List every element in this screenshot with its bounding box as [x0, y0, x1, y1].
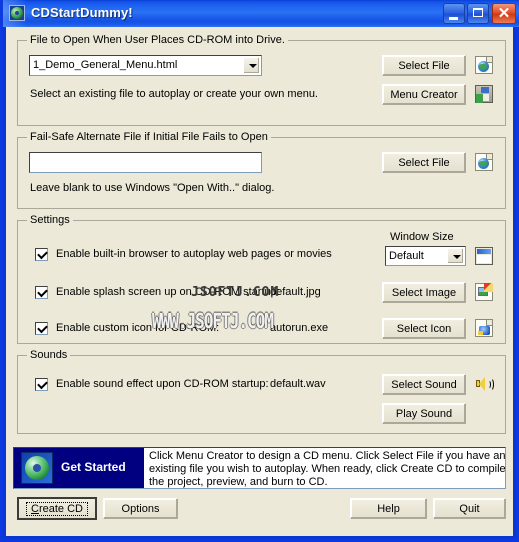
- speaker-icon-cone: [479, 377, 485, 391]
- maximize-icon: [473, 8, 483, 17]
- help-text-line: Click Menu Creator to design a CD menu. …: [149, 450, 506, 462]
- window-preview-icon[interactable]: [475, 247, 493, 265]
- failsafe-select-file-button[interactable]: Select File: [382, 152, 466, 173]
- chevron-down-icon[interactable]: [243, 57, 260, 74]
- group-file-to-open: File to Open When User Places CD-ROM int…: [17, 34, 506, 126]
- minimize-icon: [449, 17, 458, 20]
- image-edit-icon[interactable]: [475, 283, 493, 301]
- window-size-label: Window Size: [390, 231, 454, 243]
- window-size-combo[interactable]: Default: [385, 246, 466, 266]
- close-icon: ✕: [497, 5, 511, 22]
- group-sounds: Sounds Enable sound effect upon CD-ROM s…: [17, 349, 506, 434]
- checkbox-enable-sound[interactable]: [35, 378, 48, 391]
- get-started-title: Get Started: [61, 460, 126, 474]
- checkbox-enable-browser-label: Enable built-in browser to autoplay web …: [56, 248, 332, 260]
- group-settings-legend: Settings: [27, 214, 73, 226]
- window-preview-icon-body: [477, 255, 491, 263]
- close-button[interactable]: ✕: [492, 3, 516, 24]
- help-text-line: the project, preview, and burn to CD.: [149, 476, 328, 488]
- create-cd-button-label: Create CD: [26, 501, 88, 516]
- help-button[interactable]: Help: [350, 498, 427, 519]
- menu-creator-button[interactable]: Menu Creator: [382, 84, 466, 105]
- web-page-icon-land: [479, 64, 487, 69]
- group-file-to-open-frame: [17, 40, 506, 126]
- group-failsafe: Fail-Safe Alternate File if Initial File…: [17, 131, 506, 209]
- window-title: CDStartDummy!: [31, 5, 133, 20]
- failsafe-select-file-button-label: Select File: [398, 156, 450, 169]
- create-cd-suffix: reate CD: [38, 502, 83, 515]
- watermark-primary: JSOFTJ.COM: [191, 285, 280, 300]
- sound-file-value: default.wav: [270, 378, 326, 390]
- group-failsafe-frame: [17, 137, 506, 209]
- web-page-icon[interactable]: [475, 56, 493, 74]
- file-to-open-hint: Select an existing file to autoplay or c…: [30, 88, 318, 100]
- checkbox-enable-custom-icon[interactable]: [35, 322, 48, 335]
- quit-button-label: Quit: [459, 502, 480, 515]
- floppy-save-icon-accent: [476, 94, 483, 103]
- get-started-banner-left: Get Started: [14, 448, 144, 488]
- client-area: File to Open When User Places CD-ROM int…: [6, 27, 513, 536]
- cd-disc-icon: [21, 452, 53, 484]
- checkbox-enable-splash[interactable]: [35, 286, 48, 299]
- window-size-combo-value: Default: [389, 250, 424, 262]
- create-cd-accel: C: [31, 502, 39, 515]
- options-button-label: Options: [121, 502, 160, 515]
- failsafe-file-input[interactable]: [29, 152, 262, 173]
- play-sound-button[interactable]: Play Sound: [382, 403, 466, 424]
- cd-disc-icon[interactable]: [9, 5, 25, 21]
- select-file-button-label: Select File: [398, 59, 450, 72]
- help-button-label: Help: [377, 502, 400, 515]
- image-edit-icon-pen: [484, 283, 493, 292]
- select-image-button-label: Select Image: [391, 286, 457, 299]
- minimize-button[interactable]: [443, 3, 465, 24]
- speaker-icon[interactable]: [475, 375, 494, 393]
- application-window: CDStartDummy! ✕ File to Open When User P…: [0, 0, 519, 542]
- checkbox-enable-sound-label: Enable sound effect upon CD-ROM startup:: [56, 378, 269, 390]
- cd-disc-icon-hole: [33, 464, 41, 472]
- file-to-open-combo-value: 1_Demo_General_Menu.html: [33, 59, 178, 71]
- select-file-button[interactable]: Select File: [382, 55, 466, 76]
- get-started-banner: Get Started Click Menu Creator to design…: [13, 447, 506, 489]
- file-to-open-combo[interactable]: 1_Demo_General_Menu.html: [29, 55, 262, 76]
- quit-button[interactable]: Quit: [433, 498, 506, 519]
- select-sound-button-label: Select Sound: [391, 378, 457, 391]
- checkbox-enable-browser[interactable]: [35, 248, 48, 261]
- group-sounds-legend: Sounds: [27, 349, 71, 361]
- select-sound-button[interactable]: Select Sound: [382, 374, 466, 395]
- create-cd-button[interactable]: Create CD: [17, 497, 97, 520]
- help-text-line: existing file you wish to autoplay. When…: [149, 463, 506, 475]
- get-started-help-text: Click Menu Creator to design a CD menu. …: [144, 448, 506, 488]
- web-page-icon-land: [479, 161, 487, 166]
- select-image-button[interactable]: Select Image: [382, 282, 466, 303]
- floppy-save-icon[interactable]: [475, 85, 493, 103]
- floppy-save-icon-shutter: [481, 87, 489, 93]
- web-page-icon-globe: [478, 61, 489, 72]
- cd-disc-icon-hole: [15, 11, 19, 15]
- window-preview-icon-titlebar: [477, 249, 491, 254]
- options-button[interactable]: Options: [103, 498, 178, 519]
- group-failsafe-legend: Fail-Safe Alternate File if Initial File…: [27, 131, 271, 143]
- chevron-down-icon[interactable]: [447, 248, 464, 264]
- group-file-to-open-legend: File to Open When User Places CD-ROM int…: [27, 34, 288, 46]
- select-icon-button-label: Select Icon: [396, 322, 452, 335]
- failsafe-hint: Leave blank to use Windows "Open With.."…: [30, 182, 275, 194]
- select-icon-button[interactable]: Select Icon: [382, 318, 466, 339]
- play-sound-button-label: Play Sound: [395, 407, 453, 420]
- maximize-button[interactable]: [467, 3, 489, 24]
- custom-icon-value: autorun.exe: [270, 322, 329, 334]
- menu-creator-button-label: Menu Creator: [390, 88, 458, 101]
- exe-file-icon-accent: [478, 331, 483, 335]
- speaker-icon-wave-2: [488, 378, 494, 391]
- web-page-icon[interactable]: [475, 153, 493, 171]
- title-bar[interactable]: CDStartDummy! ✕: [3, 0, 519, 27]
- watermark-secondary: WWW.JSOFTJ.COM: [152, 309, 274, 333]
- exe-file-icon[interactable]: [475, 319, 493, 337]
- web-page-icon-globe: [478, 158, 489, 169]
